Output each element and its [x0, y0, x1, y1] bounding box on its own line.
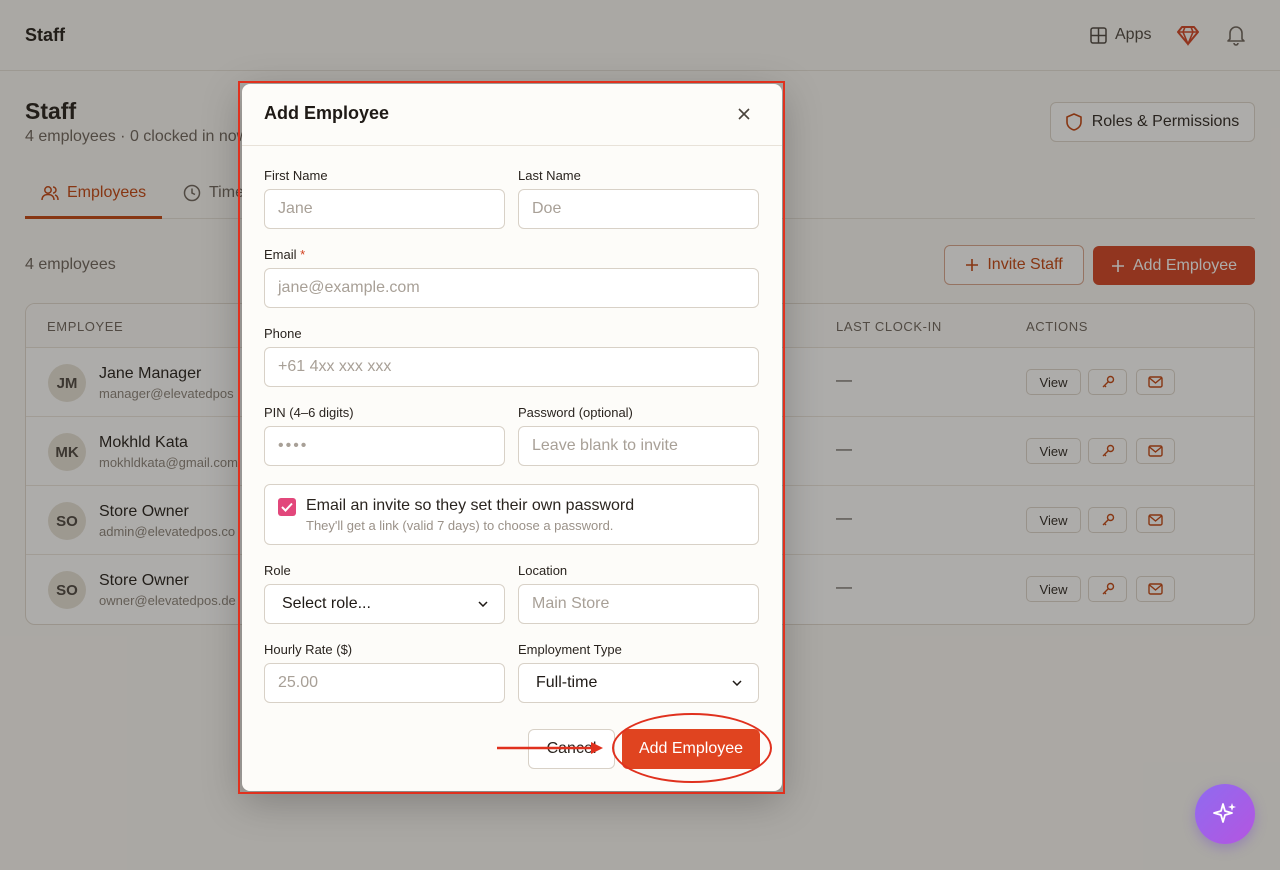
phone-field[interactable]: +61 4xx xxx xxx	[264, 347, 759, 387]
email-invite-option[interactable]: Email an invite so they set their own pa…	[264, 484, 759, 545]
employment-type-select[interactable]: Full-time	[518, 663, 759, 703]
employment-type-label: Employment Type	[518, 642, 622, 657]
invite-option-subtitle: They'll get a link (valid 7 days) to cho…	[306, 518, 614, 533]
first-name-label: First Name	[264, 168, 328, 183]
invite-checkbox[interactable]	[278, 498, 296, 516]
location-field[interactable]: Main Store	[518, 584, 759, 624]
phone-label: Phone	[264, 326, 302, 341]
add-employee-modal: Add Employee First Name Jane Last Name D…	[242, 84, 782, 791]
chevron-down-icon	[732, 680, 742, 686]
first-name-field[interactable]: Jane	[264, 189, 505, 229]
location-label: Location	[518, 563, 568, 578]
modal-title: Add Employee	[264, 103, 390, 123]
modal-header: Add Employee	[242, 84, 782, 146]
close-icon[interactable]	[734, 104, 754, 124]
role-select-value: Select role...	[282, 595, 371, 612]
sparkle-icon	[1213, 803, 1236, 823]
invite-option-title: Email an invite so they set their own pa…	[306, 497, 635, 514]
role-select[interactable]: Select role...	[264, 584, 505, 624]
last-name-label: Last Name	[518, 168, 581, 183]
cancel-button[interactable]: Cancel	[528, 729, 615, 769]
ai-assistant-button[interactable]	[1195, 784, 1255, 844]
last-name-field[interactable]: Doe	[518, 189, 759, 229]
hourly-rate-label: Hourly Rate ($)	[264, 642, 353, 657]
check-icon	[281, 502, 293, 512]
password-label: Password (optional)	[518, 405, 633, 420]
email-label-text: Email	[264, 247, 297, 262]
required-mark: *	[300, 247, 306, 262]
submit-add-employee-button[interactable]: Add Employee	[622, 729, 760, 769]
employment-type-value: Full-time	[536, 674, 598, 691]
email-field[interactable]: jane@example.com	[264, 268, 759, 308]
role-label: Role	[264, 563, 291, 578]
password-field[interactable]: Leave blank to invite	[518, 426, 759, 466]
chevron-down-icon	[478, 601, 488, 607]
pin-field[interactable]: ••••	[264, 426, 505, 466]
hourly-rate-field[interactable]: 25.00	[264, 663, 505, 703]
email-label: Email *	[264, 247, 305, 262]
pin-label: PIN (4–6 digits)	[264, 405, 354, 420]
